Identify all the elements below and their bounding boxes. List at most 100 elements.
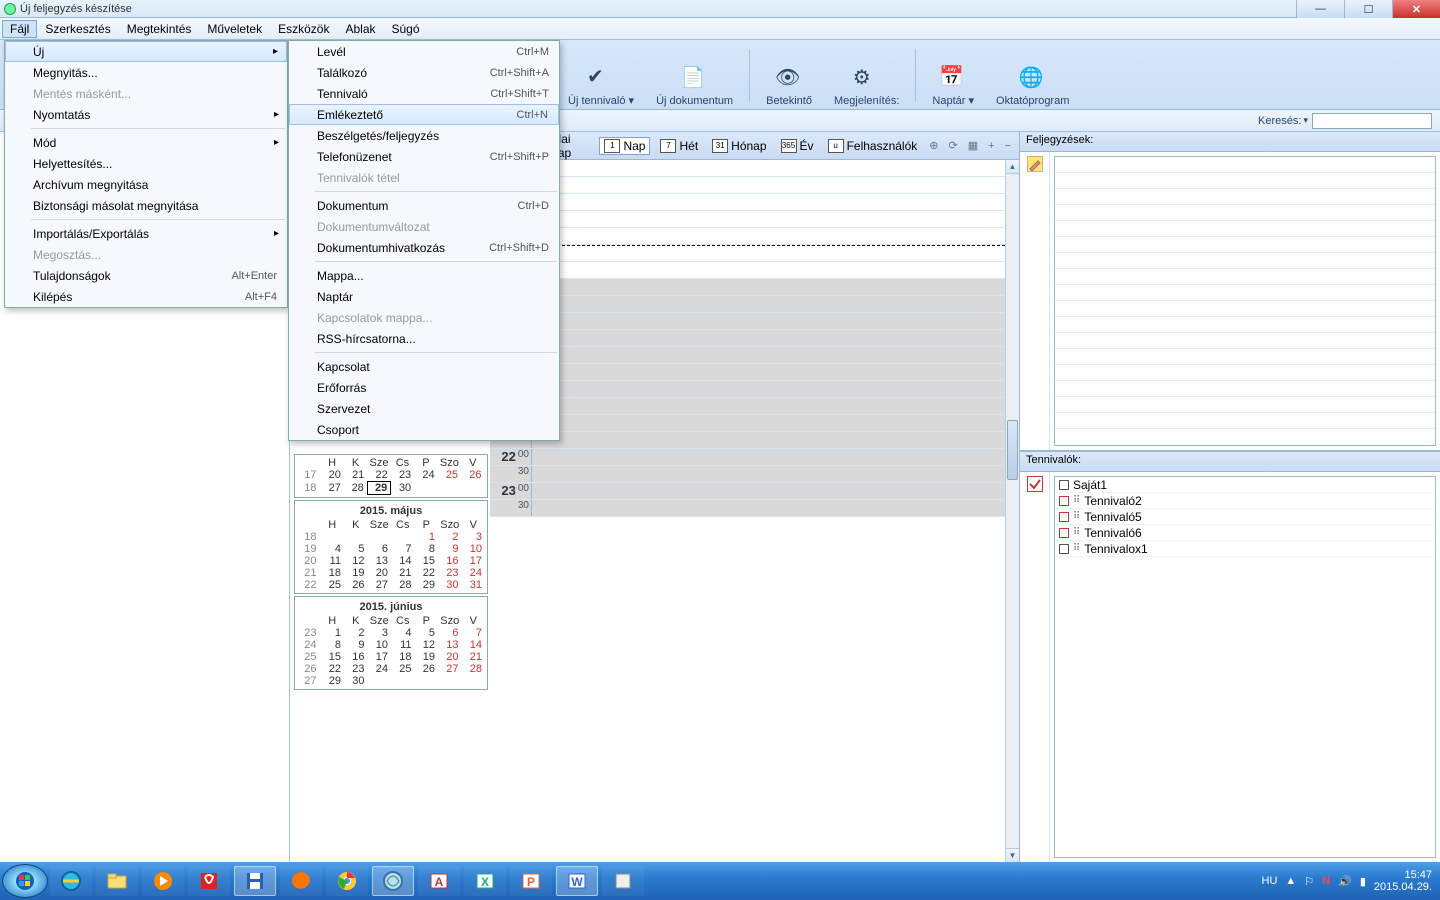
menu-item-tulajdons-gok[interactable]: TulajdonságokAlt+Enter (5, 265, 287, 286)
calendar-day[interactable]: 26 (461, 469, 484, 482)
calendar-day[interactable]: 12 (344, 555, 368, 567)
calendar-day[interactable]: 17 (462, 555, 486, 567)
calendar-day[interactable]: 23 (344, 663, 368, 675)
tray-clock[interactable]: 15:47 2015.04.29. (1374, 869, 1432, 893)
time-slot[interactable]: 30 (490, 364, 1019, 381)
menu-item-telefon-zenet[interactable]: TelefonüzenetCtrl+Shift+P (289, 146, 559, 167)
view-tool-icon[interactable]: ▦ (966, 139, 980, 152)
menu-item-csoport[interactable]: Csoport (289, 419, 559, 440)
time-slot[interactable]: 30 (490, 466, 1019, 483)
menu-item--j[interactable]: Új▸ (5, 41, 287, 62)
time-slot[interactable]: 2100 (490, 415, 1019, 432)
calendar-day[interactable]: 23 (391, 469, 414, 482)
calendar-day[interactable]: 27 (368, 579, 392, 591)
menu-item-kil-p-s[interactable]: KilépésAlt+F4 (5, 286, 287, 307)
time-cell[interactable] (532, 279, 1019, 295)
taskbar-access-icon[interactable]: A (418, 866, 460, 896)
menu-item-eml-keztet-[interactable]: EmlékeztetőCtrl+N (289, 104, 559, 125)
calendar-day[interactable] (438, 675, 462, 687)
taskbar-firefox-icon[interactable] (280, 866, 322, 896)
search-input[interactable] (1312, 113, 1432, 129)
minimize-button[interactable] (1296, 0, 1344, 18)
calendar-day[interactable]: 22 (367, 469, 390, 482)
time-cell[interactable] (532, 211, 1019, 227)
menu-ablak[interactable]: Ablak (337, 20, 383, 38)
calendar-day[interactable]: 8 (321, 639, 345, 651)
time-slot[interactable]: 30 (490, 262, 1019, 279)
calendar-day[interactable]: 16 (438, 555, 462, 567)
taskbar-app-icon[interactable] (372, 866, 414, 896)
note-row[interactable] (1055, 205, 1435, 221)
note-row[interactable] (1055, 237, 1435, 253)
search-dropdown-icon[interactable]: ▾ (1303, 115, 1308, 126)
note-row[interactable] (1055, 365, 1435, 381)
calendar-day[interactable] (391, 675, 415, 687)
todo-row[interactable]: ⠿Tennivalox1 (1055, 541, 1435, 557)
calendar-day[interactable]: 26 (344, 579, 368, 591)
menu-item-helyettes-t-s-[interactable]: Helyettesítés... (5, 153, 287, 174)
maximize-button[interactable] (1344, 0, 1392, 18)
view-nap[interactable]: 1Nap (599, 137, 650, 155)
calendar-day[interactable]: 7 (391, 543, 415, 555)
notes-list[interactable] (1054, 156, 1436, 446)
ribbon-betekint-[interactable]: 👁Betekintő (758, 63, 820, 109)
calendar-day[interactable]: 19 (344, 567, 368, 579)
tray-n-icon[interactable]: N (1322, 875, 1330, 887)
taskbar-excel-icon[interactable]: X (464, 866, 506, 896)
time-slot[interactable]: 30 (490, 160, 1019, 177)
menu-item-dokumentumhivatkoz-s[interactable]: DokumentumhivatkozásCtrl+Shift+D (289, 237, 559, 258)
view-tool-icon[interactable]: + (986, 140, 996, 152)
calendar-day[interactable]: 6 (438, 627, 462, 639)
time-cell[interactable] (532, 381, 1019, 397)
file-menu[interactable]: Új▸Megnyitás...Mentés másként...Nyomtatá… (4, 40, 288, 308)
calendar-day[interactable]: 8 (415, 543, 439, 555)
time-cell[interactable] (532, 228, 1019, 244)
calendar-day[interactable]: 20 (438, 651, 462, 663)
time-slot[interactable]: 1400 (490, 177, 1019, 194)
calendar-day[interactable]: 21 (344, 469, 367, 482)
time-cell[interactable] (532, 194, 1019, 210)
scroll-up-icon[interactable]: ▲ (1006, 160, 1019, 174)
calendar-day[interactable]: 6 (368, 543, 392, 555)
time-slot[interactable]: 30 (490, 432, 1019, 449)
start-button[interactable] (2, 864, 48, 898)
tray-flag-icon[interactable]: ▲ (1285, 875, 1296, 887)
calendar-day[interactable]: 22 (321, 663, 345, 675)
time-slot[interactable]: 1700 (490, 279, 1019, 296)
time-slot[interactable]: 1500 (490, 211, 1019, 228)
calendar-day[interactable]: 29 (321, 675, 345, 687)
view-év[interactable]: 365Év (777, 138, 818, 154)
calendar-day[interactable]: 20 (320, 469, 343, 482)
view-felhasználók[interactable]: uFelhasználók (824, 138, 922, 154)
taskbar-generic-icon[interactable] (602, 866, 644, 896)
calendar-day[interactable]: 21 (391, 567, 415, 579)
calendar-day[interactable]: 13 (368, 555, 392, 567)
time-cell[interactable] (532, 398, 1019, 414)
todo-row[interactable]: ⠿Tennivaló6 (1055, 525, 1435, 541)
calendar-day[interactable]: 29 (367, 482, 390, 495)
calendar-day[interactable]: 9 (438, 543, 462, 555)
time-cell[interactable] (532, 483, 1019, 499)
calendar-day[interactable]: 22 (415, 567, 439, 579)
time-cell[interactable] (532, 296, 1019, 312)
calendar-day[interactable]: 30 (344, 675, 368, 687)
tray-shield-icon[interactable]: ⚐ (1304, 875, 1314, 888)
menu-eszközök[interactable]: Eszközök (270, 20, 337, 38)
calendar-day[interactable]: 1 (415, 531, 439, 543)
time-slot[interactable]: 1800 (490, 313, 1019, 330)
calendar-day[interactable]: 27 (320, 482, 343, 495)
calendar-day[interactable]: 17 (368, 651, 392, 663)
calendar-day[interactable]: 2 (344, 627, 368, 639)
note-row[interactable] (1055, 269, 1435, 285)
menu-item-kapcsolat[interactable]: Kapcsolat (289, 356, 559, 377)
note-row[interactable] (1055, 157, 1435, 173)
calendar-day[interactable]: 10 (462, 543, 486, 555)
time-slot[interactable]: 30 (490, 500, 1019, 517)
note-row[interactable] (1055, 349, 1435, 365)
calendar-day[interactable]: 28 (391, 579, 415, 591)
menu-item-szervezet[interactable]: Szervezet (289, 398, 559, 419)
calendar-day[interactable]: 18 (391, 651, 415, 663)
mini-calendar[interactable]: 2015. júniusHKSzeCsPSzoV2312345672489101… (294, 596, 488, 690)
calendar-day[interactable] (461, 482, 484, 495)
calendar-day[interactable]: 14 (391, 555, 415, 567)
